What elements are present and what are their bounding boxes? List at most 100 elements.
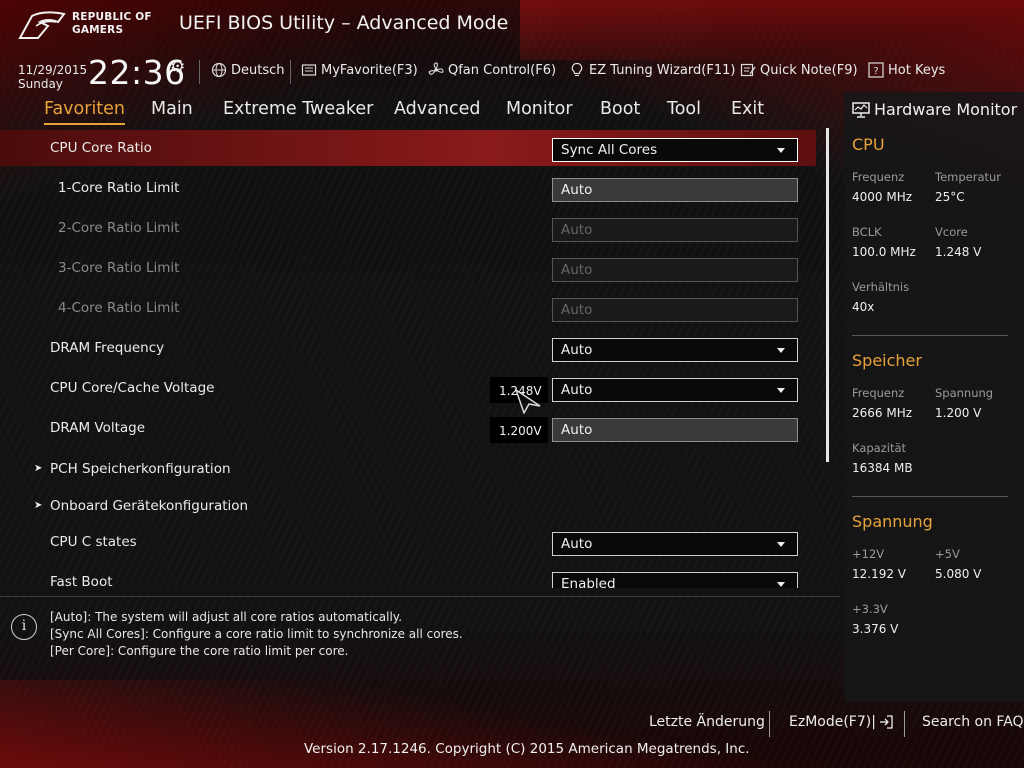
myfavorite-button[interactable]: MyFavorite(F3) xyxy=(301,62,418,78)
footer-divider xyxy=(904,711,905,737)
rog-logo: REPUBLIC OF GAMERS xyxy=(18,8,178,42)
tab-main[interactable]: Main xyxy=(151,99,193,125)
v5-value: 5.080 V xyxy=(935,567,982,581)
ratio-label: Verhältnis xyxy=(852,280,910,294)
last-change-button[interactable]: Letzte Änderung xyxy=(649,714,765,730)
chevron-right-icon: ➤ xyxy=(34,463,43,474)
tab-extreme-tweaker[interactable]: Extreme Tweaker xyxy=(223,99,373,125)
onboard-submenu-link[interactable]: Onboard Gerätekonfiguration xyxy=(50,498,248,514)
list-clip xyxy=(0,588,840,594)
gear-icon[interactable]: ⚙ xyxy=(170,57,185,77)
tab-tool[interactable]: Tool xyxy=(667,99,701,125)
vcore-value: 1.248 V xyxy=(935,245,982,259)
lightbulb-icon xyxy=(571,62,583,76)
hardware-monitor-title: Hardware Monitor xyxy=(852,100,1017,119)
header-red-streak xyxy=(520,0,1024,60)
bclk-value: 100.0 MHz xyxy=(852,245,916,259)
myfavorite-label: MyFavorite(F3) xyxy=(321,62,418,78)
hot-keys-label: Hot Keys xyxy=(888,62,946,78)
core3-ratio-input: Auto xyxy=(552,258,798,282)
chevron-right-icon: ➤ xyxy=(34,500,43,511)
scrollbar[interactable] xyxy=(826,128,829,462)
cpu-heading: CPU xyxy=(852,135,885,154)
ezmode-button[interactable]: EzMode(F7)| xyxy=(789,714,894,730)
cpu-freq-label: Frequenz xyxy=(852,170,905,184)
date-text: 11/29/2015 xyxy=(18,63,88,77)
dram-voltage-reading: 1.200V xyxy=(490,417,548,443)
monitor-icon xyxy=(852,101,870,118)
help-divider xyxy=(0,596,840,597)
tab-favoriten[interactable]: Favoriten xyxy=(44,99,126,125)
cpu-core-ratio-dropdown[interactable]: Sync All Cores xyxy=(552,138,798,162)
chevron-down-icon xyxy=(777,388,785,393)
logo-line-1: REPUBLIC OF xyxy=(72,11,152,23)
vcore-label: Vcore xyxy=(935,225,968,239)
note-icon xyxy=(740,63,756,77)
rog-eye-icon xyxy=(18,11,66,39)
bclk-label: BCLK xyxy=(852,225,882,239)
core4-ratio-label: 4-Core Ratio Limit xyxy=(58,300,180,316)
qfan-label: Qfan Control(F6) xyxy=(448,62,557,78)
core2-ratio-input: Auto xyxy=(552,218,798,242)
help-line-1: [Auto]: The system will adjust all core … xyxy=(50,610,403,624)
language-button[interactable]: Deutsch xyxy=(211,62,285,78)
ezmode-label: EzMode(F7)| xyxy=(789,714,876,730)
dram-voltage-input[interactable]: Auto xyxy=(552,418,798,442)
c-states-dropdown[interactable]: Auto xyxy=(552,532,798,556)
tab-monitor[interactable]: Monitor xyxy=(506,99,573,125)
c-states-label: CPU C states xyxy=(50,534,137,550)
qfan-button[interactable]: Qfan Control(F6) xyxy=(428,62,556,78)
cpu-temp-value: 25°C xyxy=(935,190,965,204)
tab-exit[interactable]: Exit xyxy=(731,99,764,125)
cpu-voltage-dropdown[interactable]: Auto xyxy=(552,378,798,402)
core1-ratio-input[interactable]: Auto xyxy=(552,178,798,202)
info-icon: i xyxy=(11,614,37,640)
hw-divider xyxy=(852,335,1008,336)
mem-volt-label: Spannung xyxy=(935,386,994,400)
voltage-heading: Spannung xyxy=(852,512,933,531)
mouse-cursor-icon xyxy=(514,388,541,414)
dram-frequency-dropdown[interactable]: Auto xyxy=(552,338,798,362)
v5-label: +5V xyxy=(935,547,960,561)
core2-ratio-label: 2-Core Ratio Limit xyxy=(58,220,180,236)
svg-text:?: ? xyxy=(873,66,878,77)
fan-icon xyxy=(428,62,444,75)
core4-ratio-input: Auto xyxy=(552,298,798,322)
favorite-list-icon xyxy=(301,64,317,76)
tab-advanced[interactable]: Advanced xyxy=(394,99,480,125)
mem-freq-label: Frequenz xyxy=(852,386,905,400)
hardware-monitor-label: Hardware Monitor xyxy=(874,100,1018,119)
v33-value: 3.376 V xyxy=(852,622,899,636)
day-text: Sunday xyxy=(18,77,63,91)
cpu-core-ratio-value: Sync All Cores xyxy=(561,142,658,158)
v33-label: +3.3V xyxy=(852,602,888,616)
memory-heading: Speicher xyxy=(852,351,922,370)
cpu-voltage-label: CPU Core/Cache Voltage xyxy=(50,380,215,396)
dram-frequency-label: DRAM Frequency xyxy=(50,340,165,356)
language-label: Deutsch xyxy=(231,62,285,78)
globe-icon xyxy=(211,62,227,78)
help-line-2: [Sync All Cores]: Configure a core ratio… xyxy=(50,627,463,641)
tab-boot[interactable]: Boot xyxy=(600,99,640,125)
footer-divider xyxy=(769,711,770,737)
search-faq-button[interactable]: Search on FAQ xyxy=(922,714,1024,730)
chevron-down-icon xyxy=(777,148,785,153)
chevron-down-icon xyxy=(777,348,785,353)
quick-note-label: Quick Note(F9) xyxy=(760,62,858,78)
page-title: UEFI BIOS Utility – Advanced Mode xyxy=(179,12,509,34)
cpu-core-ratio-label: CPU Core Ratio xyxy=(50,140,152,156)
logo-line-2: GAMERS xyxy=(72,24,124,36)
quick-note-button[interactable]: Quick Note(F9) xyxy=(740,62,858,78)
mem-cap-label: Kapazität xyxy=(852,441,907,455)
ez-tuning-button[interactable]: EZ Tuning Wizard(F11) xyxy=(569,62,735,78)
v12-value: 12.192 V xyxy=(852,567,907,581)
c-states-value: Auto xyxy=(561,536,593,552)
v12-label: +12V xyxy=(852,547,885,561)
date-display[interactable]: 11/29/2015 Sunday xyxy=(18,63,87,91)
hot-keys-button[interactable]: ? Hot Keys xyxy=(868,62,945,78)
mem-cap-value: 16384 MB xyxy=(852,461,913,475)
core3-ratio-label: 3-Core Ratio Limit xyxy=(58,260,180,276)
mem-volt-value: 1.200 V xyxy=(935,406,982,420)
pch-submenu-link[interactable]: PCH Speicherkonfiguration xyxy=(50,461,231,477)
chevron-down-icon xyxy=(777,582,785,587)
